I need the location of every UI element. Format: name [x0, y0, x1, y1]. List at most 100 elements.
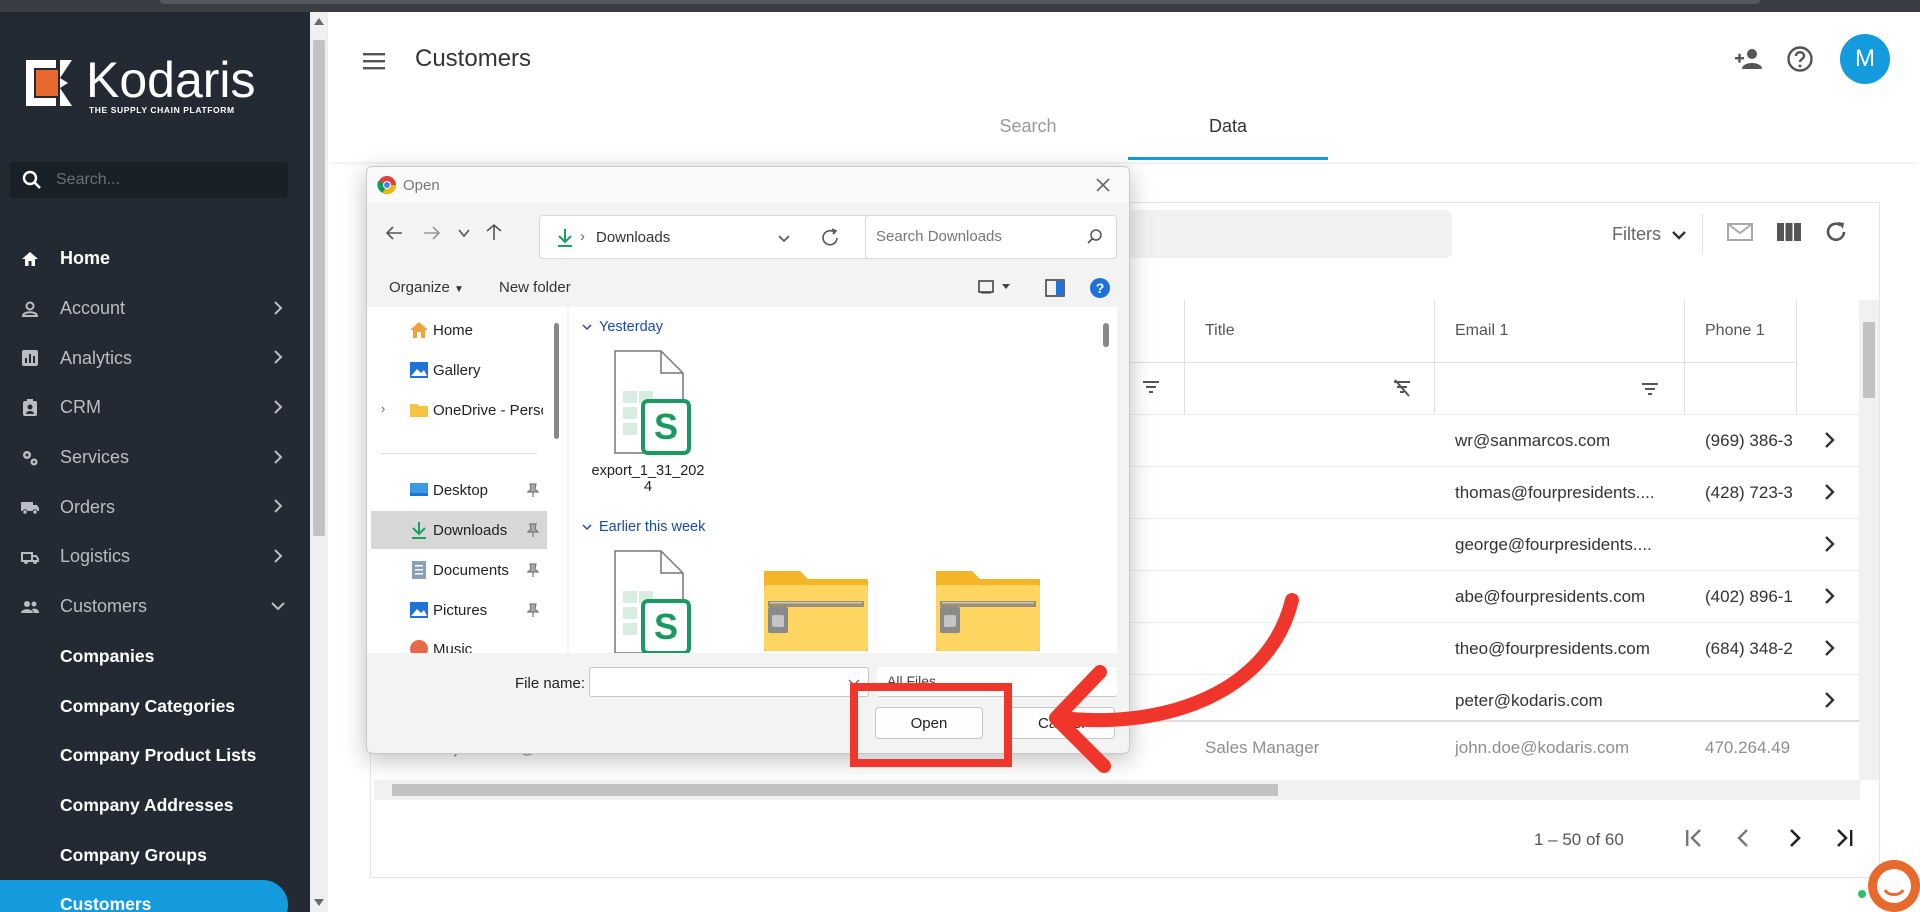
sidebar-item-home[interactable]: Home	[0, 234, 310, 284]
tree-item-label: Documents	[433, 561, 509, 579]
next-page-icon[interactable]	[1782, 826, 1806, 850]
tree-item-downloads[interactable]: Downloads	[371, 511, 547, 549]
chevron-right-icon[interactable]	[1820, 691, 1838, 709]
scrollbar-thumb[interactable]	[1863, 322, 1875, 398]
page-title: Customers	[415, 45, 532, 72]
tree-scrollbar[interactable]	[553, 307, 561, 653]
dialog-command-bar: Organize ▼ New folder ?	[367, 267, 1129, 307]
sidebar-item-analytics[interactable]: Analytics	[0, 333, 310, 383]
close-icon[interactable]	[1093, 175, 1113, 195]
sidebar-item-crm[interactable]: CRM	[0, 383, 310, 433]
column-header-email[interactable]: Email 1	[1435, 300, 1685, 362]
preview-pane-icon[interactable]	[1045, 279, 1065, 297]
filter-icon[interactable]	[1641, 381, 1659, 397]
scrollbar-thumb[interactable]	[554, 323, 559, 439]
new-folder-button[interactable]: New folder	[499, 279, 571, 296]
tree-item-label: Desktop	[433, 481, 489, 499]
kodaris-logo[interactable]: Kodaris THE SUPPLY CHAIN PLATFORM	[22, 55, 256, 115]
tree-item-gallery[interactable]: Gallery	[367, 351, 547, 389]
tree-item-label: Pictures	[433, 601, 488, 619]
address-bar[interactable]: › Downloads	[539, 215, 879, 259]
back-arrow-icon[interactable]	[385, 225, 403, 241]
group-header-yesterday[interactable]: Yesterday	[581, 319, 663, 335]
forward-arrow-icon[interactable]	[423, 225, 441, 241]
tree-item-pictures[interactable]: Pictures	[367, 591, 547, 629]
filters-button[interactable]: Filters	[1612, 224, 1687, 245]
refresh-icon[interactable]	[1824, 220, 1848, 244]
group-header-earlier-this-week[interactable]: Earlier this week	[581, 519, 705, 535]
chevron-right-icon[interactable]	[1820, 483, 1838, 501]
pin-icon[interactable]	[527, 563, 539, 577]
chevron-down-icon	[271, 602, 285, 611]
sidebar-item-account[interactable]: Account	[0, 284, 310, 334]
sidebar-search[interactable]	[10, 162, 288, 198]
file-item[interactable]: S	[589, 549, 707, 653]
file-name-line2: 4	[643, 479, 653, 495]
sidebar-search-input[interactable]	[56, 171, 276, 189]
grid-vertical-scrollbar[interactable]	[1859, 300, 1879, 780]
refresh-icon[interactable]	[820, 228, 840, 248]
organize-button[interactable]: Organize ▼	[389, 279, 464, 296]
scroll-down-arrow-icon[interactable]	[314, 899, 324, 906]
help-icon[interactable]	[1786, 45, 1814, 73]
pin-icon[interactable]	[527, 483, 539, 497]
address-folder[interactable]: Downloads	[596, 229, 670, 246]
chat-support-icon[interactable]	[1858, 852, 1920, 912]
analytics-icon	[20, 348, 40, 368]
sidebar-subitem-companies[interactable]: Companies	[0, 632, 310, 682]
chevron-down-icon[interactable]	[776, 230, 792, 246]
add-user-icon[interactable]	[1734, 47, 1764, 71]
dialog-search-box[interactable]	[865, 215, 1117, 259]
sidebar-subitem-customers[interactable]: Customers	[0, 879, 288, 912]
user-avatar[interactable]: M	[1840, 34, 1890, 84]
filter-off-icon[interactable]	[1393, 379, 1411, 397]
file-item[interactable]	[757, 565, 875, 653]
email-icon[interactable]	[1726, 220, 1754, 244]
file-list-scrollbar-thumb[interactable]	[1103, 323, 1109, 347]
tree-item-documents[interactable]: Documents	[367, 551, 547, 589]
chevron-right-icon[interactable]	[1820, 431, 1838, 449]
scrollbar-thumb[interactable]	[313, 40, 325, 536]
column-header-title[interactable]: Title	[1185, 300, 1435, 362]
first-page-icon[interactable]	[1682, 826, 1706, 850]
scroll-up-arrow-icon[interactable]	[314, 18, 324, 25]
caret-down-icon[interactable]	[1001, 283, 1011, 291]
previous-page-icon[interactable]	[1732, 826, 1756, 850]
pin-icon[interactable]	[527, 523, 539, 537]
file-name-input[interactable]	[589, 667, 869, 697]
chevron-right-icon[interactable]	[1820, 639, 1838, 657]
sidebar-item-logistics[interactable]: Logistics	[0, 532, 310, 582]
hamburger-menu-icon[interactable]	[362, 49, 386, 73]
columns-icon[interactable]	[1776, 220, 1802, 244]
sidebar-scrollbar[interactable]	[310, 12, 328, 912]
tab-data[interactable]: Data	[1128, 108, 1328, 160]
search-downloads-input[interactable]	[876, 228, 1076, 245]
logo-tagline: THE SUPPLY CHAIN PLATFORM	[89, 105, 235, 115]
tree-item-desktop[interactable]: Desktop	[367, 471, 547, 509]
help-icon[interactable]: ?	[1089, 277, 1111, 299]
sidebar-subitem-company-categories[interactable]: Company Categories	[0, 681, 310, 731]
tree-item-music[interactable]: Music	[367, 631, 547, 653]
sidebar-item-services[interactable]: Services	[0, 433, 310, 483]
expand-chevron-icon[interactable]: ›	[381, 401, 385, 416]
view-options-icon[interactable]	[977, 279, 995, 295]
sidebar-item-orders[interactable]: Orders	[0, 482, 310, 532]
chevron-right-icon[interactable]	[1820, 587, 1838, 605]
sidebar-subitem-company-addresses[interactable]: Company Addresses	[0, 781, 310, 831]
up-arrow-icon[interactable]	[485, 223, 503, 241]
filters-label: Filters	[1612, 224, 1661, 244]
file-item[interactable]: S export_1_31_202 4	[589, 349, 707, 495]
sidebar-subitem-company-product-lists[interactable]: Company Product Lists	[0, 731, 310, 781]
sidebar-subitem-company-groups[interactable]: Company Groups	[0, 830, 310, 880]
filter-icon[interactable]	[1142, 379, 1160, 395]
pictures-icon	[410, 602, 428, 618]
tab-search[interactable]: Search	[928, 108, 1128, 160]
sidebar-item-customers[interactable]: Customers	[0, 582, 310, 632]
tree-item-onedrive[interactable]: › OneDrive - Perso	[367, 391, 547, 429]
recent-locations-icon[interactable]	[457, 227, 471, 239]
tree-item-home[interactable]: Home	[367, 311, 547, 349]
chevron-right-icon[interactable]	[1820, 535, 1838, 553]
pin-icon[interactable]	[527, 603, 539, 617]
column-header-phone[interactable]: Phone 1	[1685, 300, 1797, 362]
last-page-icon[interactable]	[1832, 826, 1856, 850]
